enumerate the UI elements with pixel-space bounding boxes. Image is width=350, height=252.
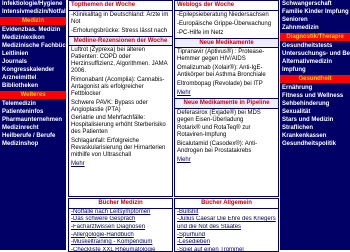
medline-mehr-link[interactable]: Mehr [71, 161, 85, 167]
right-nav-item[interactable]: Sexualität [280, 108, 350, 116]
buecher-medizin-heading: Bücher Medizin [69, 199, 172, 209]
book-link[interactable]: -Checkliste XXL Rheumatologie [69, 247, 172, 251]
buecher-allgemein-heading: Bücher Allgemein [175, 199, 278, 209]
right-nav-item[interactable]: Ernährung [280, 84, 350, 92]
book-link[interactable]: -Lesedieben [175, 239, 278, 247]
neue-meds-heading: Neue Medikamente [175, 37, 278, 49]
neue-med-item[interactable]: Omalizumab (Xolair®): Anti-IgE-Antikörpe… [175, 64, 278, 80]
weblogs-heading: Weblogs der Woche [175, 1, 278, 11]
pipeline-mehr-link[interactable]: Mehr [177, 157, 191, 163]
medline-heading: Medline-Rezensionen der Woche [69, 35, 172, 47]
right-nav-item[interactable]: Stars und Medizin [280, 116, 350, 124]
left-nav-item[interactable]: Medizinische Fachbücher [0, 42, 66, 50]
right-nav-item[interactable]: Senioren [280, 16, 350, 24]
weblog-item[interactable]: -Europäische Grippe-Überwachung [175, 20, 278, 29]
right-nav-item[interactable]: Untersuchungs- und Behandlungsmethoden [280, 50, 350, 58]
neue-med-item[interactable]: Eltrombopag (Revolade) bei ITP [175, 80, 278, 89]
right-nav-item[interactable]: Familie Kinder Impfung [280, 8, 350, 16]
right-nav-section-diagnostik: Diagnostik/Therapie [280, 33, 350, 41]
buecher-medizin-box: Bücher Medizin -Notfälle nach Leitsympto… [68, 198, 173, 252]
book-link[interactable]: -Spurhund [175, 232, 278, 240]
left-nav-item[interactable]: Leitlinien [0, 50, 66, 58]
left-nav-item[interactable]: Telemedizin [0, 100, 66, 108]
neue-med-item[interactable]: Tipranavir (Aptivus®) : Protease-Hemmer … [175, 48, 278, 64]
topthemen-box: Topthemen der Woche -Klinikalltag in Deu… [68, 0, 173, 197]
buecher-allgemein-box: Bücher Allgemein -Bullshit -Julius Caesar… [174, 198, 279, 252]
right-nav-item[interactable]: Gesundheitspolitik [280, 140, 350, 148]
medline-item[interactable]: Schlaganfall: Erfolgreiche Revaskularisi… [69, 137, 172, 160]
pipeline-heading: Neue Medikamente in Pipeline [175, 97, 278, 109]
book-link[interactable]: und die Not des Staates [175, 224, 278, 232]
weblog-item[interactable]: -Epilepsieberatung Niedersachsen [175, 11, 278, 20]
right-nav-item[interactable]: Schwangerschaft [280, 0, 350, 8]
book-link[interactable]: -Notfälle nach Leitsymptomen [69, 209, 172, 217]
book-link[interactable]: -Bullshit [175, 209, 278, 217]
left-nav-item[interactable]: Pharmaunternehmen [0, 116, 66, 124]
left-nav-section-medizin: Medizin [0, 17, 66, 25]
neue-meds-mehr-link[interactable]: Mehr [177, 90, 191, 96]
left-nav-item[interactable]: Intensivmedizin/Notfall-/Limen [0, 8, 66, 16]
right-nav-item[interactable]: Gesundheitstests [280, 42, 350, 50]
book-link[interactable]: -Facharztwissen Diagnosen [69, 224, 172, 232]
news-item[interactable]: -Klinikalltag in Deutschland: Ärzte im N… [69, 11, 172, 27]
medline-item[interactable]: Luftrot (Zyprexa) bei älteren Patienten:… [69, 46, 172, 76]
pipeline-item[interactable]: Deferasirox (Exjade®) bei MDS gegen Eise… [175, 109, 278, 125]
left-nav-item[interactable]: Medizinlexikon [0, 34, 66, 42]
right-nav-item[interactable]: Alternativmedizin [280, 58, 350, 66]
medline-item[interactable]: Rimonabant (Acomplia): Cannabis-Antagoni… [69, 76, 172, 99]
right-nav-item[interactable]: Straflichen [280, 124, 350, 132]
right-nav: Schwangerschaft Familie Kinder Impfung Sen… [280, 0, 350, 250]
book-link[interactable]: -Julius Caesar Die Ehre des Kriegers [175, 216, 278, 224]
pipeline-item[interactable]: Bicalutamid (Casodex®): Anti-Androgen be… [175, 140, 278, 156]
weblog-item[interactable]: -PC-Hilfe im Netz [175, 29, 278, 38]
left-nav-item[interactable]: Patienteninfos [0, 108, 66, 116]
left-nav-section-weiteres: Weiteres [0, 91, 66, 99]
left-nav-item[interactable]: Bibliotheken [0, 82, 66, 90]
left-nav: Infektiologie/Hygiene Intensivmedizin/Not… [0, 0, 66, 250]
left-nav-item[interactable]: Heilberufe / Berufe [0, 132, 66, 140]
book-link[interactable]: -Allergologie-Handbuch [69, 232, 172, 240]
book-link[interactable]: -Spiel auf einen Trommel [175, 247, 278, 251]
book-link[interactable]: -Das schwere Gespräch [69, 216, 172, 224]
left-nav-item[interactable]: Medizinshop [0, 140, 66, 148]
book-link[interactable]: -Muskeltraining - Kompendium [69, 239, 172, 247]
pipeline-item[interactable]: Rotarix® und RotaTeq® zur Rotaviren-Impf… [175, 124, 278, 140]
news-item[interactable]: -Erholungsbrücke: Stress lässt nach [69, 27, 172, 36]
left-nav-item[interactable]: Medizinrecht [0, 124, 66, 132]
weblogs-box: Weblogs der Woche -Epilepsieberatung Nie… [174, 0, 279, 197]
left-nav-item[interactable]: Infektiologie/Hygiene [0, 0, 66, 8]
left-nav-item[interactable]: Arzneimittel [0, 74, 66, 82]
right-nav-item[interactable]: Krankenkassen [280, 132, 350, 140]
right-nav-item[interactable]: Fitness und Wellness [280, 92, 350, 100]
right-nav-item[interactable]: Impfung [280, 66, 350, 74]
right-nav-item[interactable]: Zahnmedizin [280, 24, 350, 32]
left-nav-item[interactable]: Kongresskalender [0, 66, 66, 74]
main-content: Topthemen der Woche -Klinikalltag in Deu… [68, 0, 279, 252]
right-nav-item[interactable]: Sehbehinderung [280, 100, 350, 108]
medline-item[interactable]: Schwere PAVK: Bypass oder Angioplastie (… [69, 99, 172, 115]
topthemen-heading: Topthemen der Woche [69, 1, 172, 11]
left-nav-item[interactable]: Evidenzbas. Medizin [0, 26, 66, 34]
right-nav-section-gesundheit: Gesundheit [280, 75, 350, 83]
medline-item[interactable]: Geriatrie und Mehrfachfälle: Hospitalisi… [69, 114, 172, 137]
left-nav-item[interactable]: Journals [0, 58, 66, 66]
